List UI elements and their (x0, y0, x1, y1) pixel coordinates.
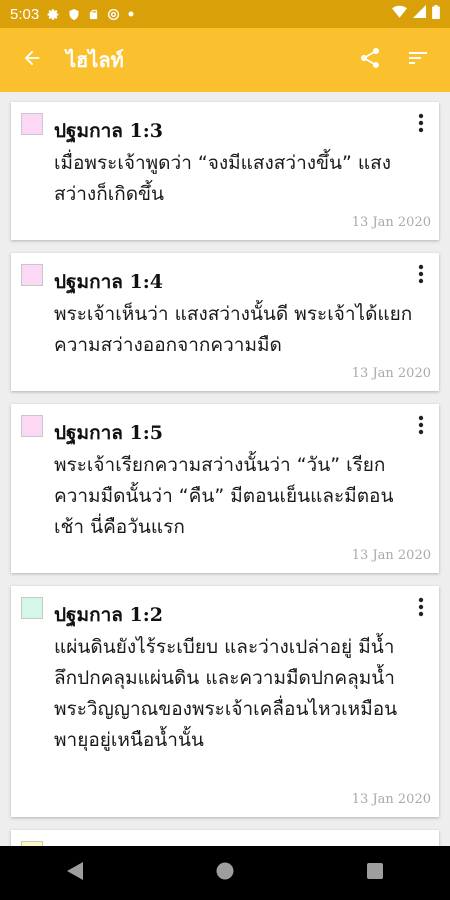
highlight-color-swatch (21, 597, 43, 619)
wifi-icon (392, 5, 407, 23)
verse-text: พระเจ้าเรียกความสว่างนั้นว่า “วัน” เรียก… (54, 454, 394, 538)
card-menu-button[interactable] (409, 112, 433, 138)
at-sign-icon (107, 8, 120, 21)
back-triangle-icon (67, 862, 83, 884)
share-icon (358, 46, 382, 74)
arrow-back-icon (21, 47, 43, 73)
highlight-list[interactable]: ปฐมกาล 1:3 เมื่อพระเจ้าพูดว่า “จงมีแสงสว… (0, 92, 450, 846)
recents-square-icon (367, 863, 383, 883)
app-bar: ไฮไลท์ (0, 28, 450, 92)
highlight-date: 13 Jan 2020 (351, 215, 431, 230)
more-vert-icon (418, 113, 424, 137)
verse-text: เมื่อพระเจ้าพูดว่า “จงมีแสงสว่างขึ้น” แส… (54, 152, 391, 205)
card-menu-button[interactable] (409, 596, 433, 622)
highlight-date: 13 Jan 2020 (351, 792, 431, 807)
shield-icon (68, 8, 80, 21)
highlight-color-swatch (21, 264, 43, 286)
highlight-card[interactable] (11, 830, 439, 846)
verse-reference: ปฐมกาล 1:3 (54, 120, 163, 142)
verse-reference: ปฐมกาล 1:5 (54, 422, 163, 444)
more-vert-icon (418, 597, 424, 621)
highlight-color-swatch (21, 113, 43, 135)
gear-icon (47, 8, 60, 21)
sd-card-icon (88, 8, 99, 21)
sort-button[interactable] (398, 40, 438, 80)
battery-icon (432, 4, 440, 24)
status-time: 5:03 (10, 5, 40, 23)
more-vert-icon (418, 415, 424, 439)
status-bar: 5:03 (0, 0, 450, 28)
status-notification-icons (47, 8, 134, 21)
share-button[interactable] (350, 40, 390, 80)
back-button[interactable] (12, 40, 52, 80)
highlight-date: 13 Jan 2020 (351, 366, 431, 381)
more-vert-icon (418, 264, 424, 288)
nav-back-button[interactable] (45, 853, 105, 893)
card-menu-button[interactable] (409, 263, 433, 289)
home-circle-icon (216, 862, 234, 884)
nav-recents-button[interactable] (345, 853, 405, 893)
highlight-card[interactable]: ปฐมกาล 1:2 แผ่นดินยังไร้ระเบียบ และว่างเ… (11, 586, 439, 817)
system-nav-bar (0, 846, 450, 900)
verse-text: แผ่นดินยังไร้ระเบียบ และว่างเปล่าอยู่ มี… (54, 636, 398, 751)
highlight-card[interactable]: ปฐมกาล 1:5 พระเจ้าเรียกความสว่างนั้นว่า … (11, 404, 439, 573)
highlight-color-swatch (21, 415, 43, 437)
verse-text: พระเจ้าเห็นว่า แสงสว่างนั้นดี พระเจ้าได้… (54, 303, 413, 356)
sort-icon (406, 46, 430, 74)
verse-reference: ปฐมกาล 1:4 (54, 271, 163, 293)
highlight-card[interactable]: ปฐมกาล 1:3 เมื่อพระเจ้าพูดว่า “จงมีแสงสว… (11, 102, 439, 240)
nav-home-button[interactable] (195, 853, 255, 893)
highlight-card[interactable]: ปฐมกาล 1:4 พระเจ้าเห็นว่า แสงสว่างนั้นดี… (11, 253, 439, 391)
dot-icon (128, 11, 134, 17)
signal-icon (413, 5, 426, 23)
highlight-date: 13 Jan 2020 (351, 548, 431, 563)
status-system-icons (392, 4, 440, 24)
card-menu-button[interactable] (409, 414, 433, 440)
page-title: ไฮไลท์ (66, 48, 124, 72)
verse-reference: ปฐมกาล 1:2 (54, 604, 163, 626)
